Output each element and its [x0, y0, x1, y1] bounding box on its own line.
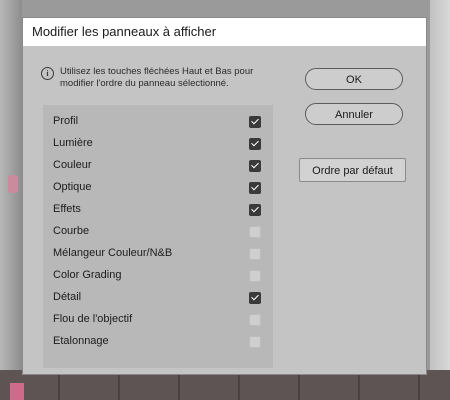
- ok-button[interactable]: OK: [305, 68, 403, 90]
- default-order-button[interactable]: Ordre par défaut: [299, 158, 406, 182]
- panel-row[interactable]: Détail: [43, 287, 273, 309]
- background-wall: [430, 0, 450, 400]
- panel-checkbox[interactable]: [249, 226, 261, 238]
- panel-list[interactable]: Profil Lumière Couleur Optique Effets Courbe M…: [43, 105, 273, 368]
- panel-row[interactable]: Etalonnage: [43, 331, 273, 353]
- background-object: [10, 383, 24, 400]
- panel-label: Courbe: [53, 225, 90, 237]
- panel-checkbox[interactable]: [249, 336, 261, 348]
- background-wall: [0, 0, 22, 400]
- panel-checkbox[interactable]: [249, 138, 261, 150]
- panel-label: Flou de l'objectif: [53, 313, 133, 325]
- panel-label: Mélangeur Couleur/N&B: [53, 247, 173, 259]
- panel-label: Effets: [53, 203, 81, 215]
- panel-row[interactable]: Color Grading: [43, 265, 273, 287]
- panel-checkbox[interactable]: [249, 270, 261, 282]
- info-message: i Utilisez les touches fléchées Haut et …: [41, 66, 271, 90]
- panel-checkbox[interactable]: [249, 204, 261, 216]
- dialog-title: Modifier les panneaux à afficher: [23, 18, 426, 46]
- panel-label: Détail: [53, 291, 82, 303]
- panel-checkbox[interactable]: [249, 116, 261, 128]
- info-icon: i: [41, 67, 54, 80]
- panel-label: Optique: [53, 181, 92, 193]
- panel-label: Color Grading: [53, 269, 122, 281]
- panel-checkbox[interactable]: [249, 314, 261, 326]
- panel-label: Etalonnage: [53, 335, 109, 347]
- panel-row[interactable]: Effets: [43, 199, 273, 221]
- panel-checkbox[interactable]: [249, 248, 261, 260]
- panel-row[interactable]: Courbe: [43, 221, 273, 243]
- panel-label: Profil: [53, 115, 79, 127]
- panel-row[interactable]: Mélangeur Couleur/N&B: [43, 243, 273, 265]
- customize-panels-dialog: Modifier les panneaux à afficher i Utili…: [22, 17, 427, 375]
- background-object: [8, 175, 18, 193]
- panel-label: Couleur: [53, 159, 92, 171]
- panel-row[interactable]: Lumière: [43, 133, 273, 155]
- panel-checkbox[interactable]: [249, 160, 261, 172]
- panel-row[interactable]: Optique: [43, 177, 273, 199]
- panel-checkbox[interactable]: [249, 182, 261, 194]
- panel-row[interactable]: Couleur: [43, 155, 273, 177]
- panel-row[interactable]: Flou de l'objectif: [43, 309, 273, 331]
- cancel-button[interactable]: Annuler: [305, 103, 403, 125]
- panel-row[interactable]: Profil: [43, 111, 273, 133]
- panel-label: Lumière: [53, 137, 93, 149]
- panel-checkbox[interactable]: [249, 292, 261, 304]
- info-text: Utilisez les touches fléchées Haut et Ba…: [60, 66, 254, 89]
